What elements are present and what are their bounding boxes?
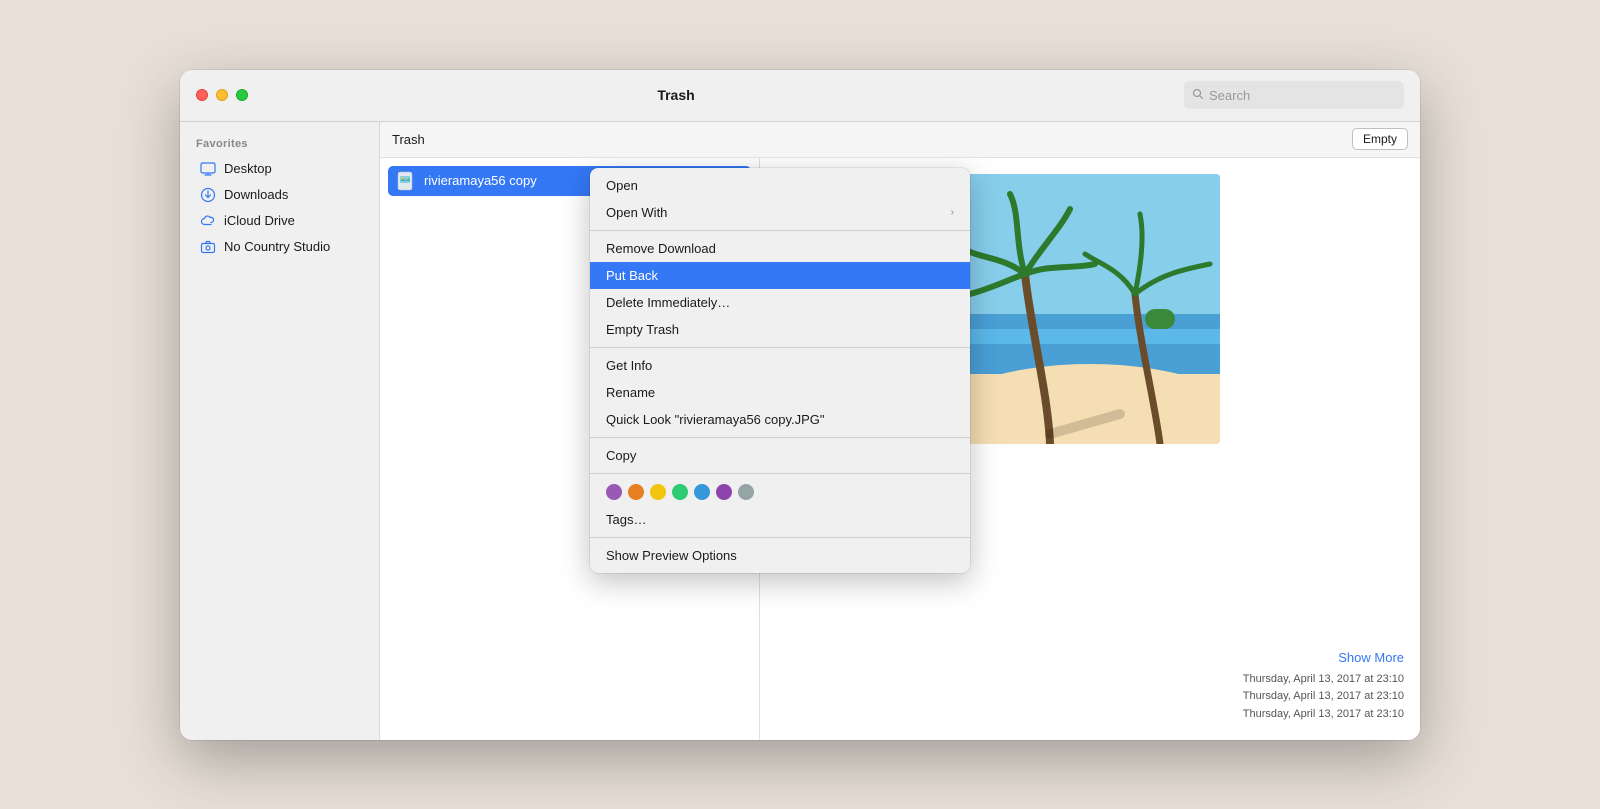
- main-panel: Trash Empty: [380, 122, 1420, 740]
- download-icon: [200, 187, 216, 203]
- menu-show-preview-label: Show Preview Options: [606, 548, 737, 563]
- menu-separator-5: [590, 537, 970, 538]
- tag-gray[interactable]: [738, 484, 754, 500]
- menu-remove-download-label: Remove Download: [606, 241, 716, 256]
- search-bar[interactable]: Search: [1184, 81, 1404, 109]
- menu-item-tags[interactable]: Tags…: [590, 506, 970, 533]
- menu-separator-4: [590, 473, 970, 474]
- toolbar-path: Trash: [392, 132, 1352, 147]
- menu-item-quick-look[interactable]: Quick Look "rivieramaya56 copy.JPG": [590, 406, 970, 433]
- date-row-3: Thursday, April 13, 2017 at 23:10: [776, 706, 1404, 724]
- tag-orange[interactable]: [628, 484, 644, 500]
- sidebar-item-nocountry[interactable]: No Country Studio: [184, 234, 375, 260]
- menu-empty-trash-label: Empty Trash: [606, 322, 679, 337]
- favorites-label: Favorites: [180, 134, 379, 156]
- menu-item-remove-download[interactable]: Remove Download: [590, 235, 970, 262]
- titlebar: Trash Search: [180, 70, 1420, 122]
- cloud-icon: [200, 213, 216, 229]
- tag-dark-purple[interactable]: [716, 484, 732, 500]
- search-icon: [1192, 88, 1204, 103]
- date-row-2: Thursday, April 13, 2017 at 23:10: [776, 688, 1404, 706]
- menu-item-empty-trash[interactable]: Empty Trash: [590, 316, 970, 343]
- file-image-icon: [396, 171, 416, 191]
- menu-item-rename[interactable]: Rename: [590, 379, 970, 406]
- menu-item-show-preview-options[interactable]: Show Preview Options: [590, 542, 970, 569]
- downloads-label: Downloads: [224, 187, 288, 202]
- window-title: Trash: [180, 87, 1184, 103]
- menu-item-copy[interactable]: Copy: [590, 442, 970, 469]
- finder-window: Trash Search Favorites: [180, 70, 1420, 740]
- menu-tags-label: Tags…: [606, 512, 646, 527]
- content-area: Favorites Desktop: [180, 122, 1420, 740]
- menu-open-with-label: Open With: [606, 205, 667, 220]
- nocountry-label: No Country Studio: [224, 239, 330, 254]
- menu-open-label: Open: [606, 178, 638, 193]
- desktop-icon: [200, 161, 216, 177]
- tag-purple[interactable]: [606, 484, 622, 500]
- file-area: rivieramaya56 copy Open Open With ›: [380, 158, 1420, 740]
- tag-blue[interactable]: [694, 484, 710, 500]
- date-row-1: Thursday, April 13, 2017 at 23:10: [776, 671, 1404, 689]
- preview-info: Show More Thursday, April 13, 2017 at 23…: [776, 638, 1404, 724]
- file-list: rivieramaya56 copy Open Open With ›: [380, 158, 760, 740]
- menu-item-open-with[interactable]: Open With ›: [590, 199, 970, 226]
- empty-trash-button[interactable]: Empty: [1352, 128, 1408, 150]
- menu-item-put-back[interactable]: Put Back: [590, 262, 970, 289]
- tag-yellow[interactable]: [650, 484, 666, 500]
- camera-icon: [200, 239, 216, 255]
- tag-green[interactable]: [672, 484, 688, 500]
- menu-delete-label: Delete Immediately…: [606, 295, 730, 310]
- search-placeholder-text: Search: [1209, 88, 1250, 103]
- icloud-label: iCloud Drive: [224, 213, 295, 228]
- menu-item-open[interactable]: Open: [590, 172, 970, 199]
- menu-separator-1: [590, 230, 970, 231]
- menu-item-delete-immediately[interactable]: Delete Immediately…: [590, 289, 970, 316]
- menu-separator-3: [590, 437, 970, 438]
- menu-quick-look-label: Quick Look "rivieramaya56 copy.JPG": [606, 412, 825, 427]
- tags-color-row: [590, 478, 970, 506]
- menu-rename-label: Rename: [606, 385, 655, 400]
- menu-item-get-info[interactable]: Get Info: [590, 352, 970, 379]
- file-name: rivieramaya56 copy: [424, 173, 537, 188]
- sidebar-item-icloud[interactable]: iCloud Drive: [184, 208, 375, 234]
- preview-image: [960, 174, 1220, 444]
- show-more-link[interactable]: Show More: [776, 650, 1404, 665]
- sidebar-item-downloads[interactable]: Downloads: [184, 182, 375, 208]
- menu-separator-2: [590, 347, 970, 348]
- sidebar: Favorites Desktop: [180, 122, 380, 740]
- menu-put-back-label: Put Back: [606, 268, 658, 283]
- menu-get-info-label: Get Info: [606, 358, 652, 373]
- menu-copy-label: Copy: [606, 448, 636, 463]
- context-menu: Open Open With › Remove Download Put Bac…: [590, 168, 970, 573]
- toolbar-strip: Trash Empty: [380, 122, 1420, 158]
- desktop-label: Desktop: [224, 161, 272, 176]
- sidebar-item-desktop[interactable]: Desktop: [184, 156, 375, 182]
- chevron-right-icon: ›: [951, 207, 954, 218]
